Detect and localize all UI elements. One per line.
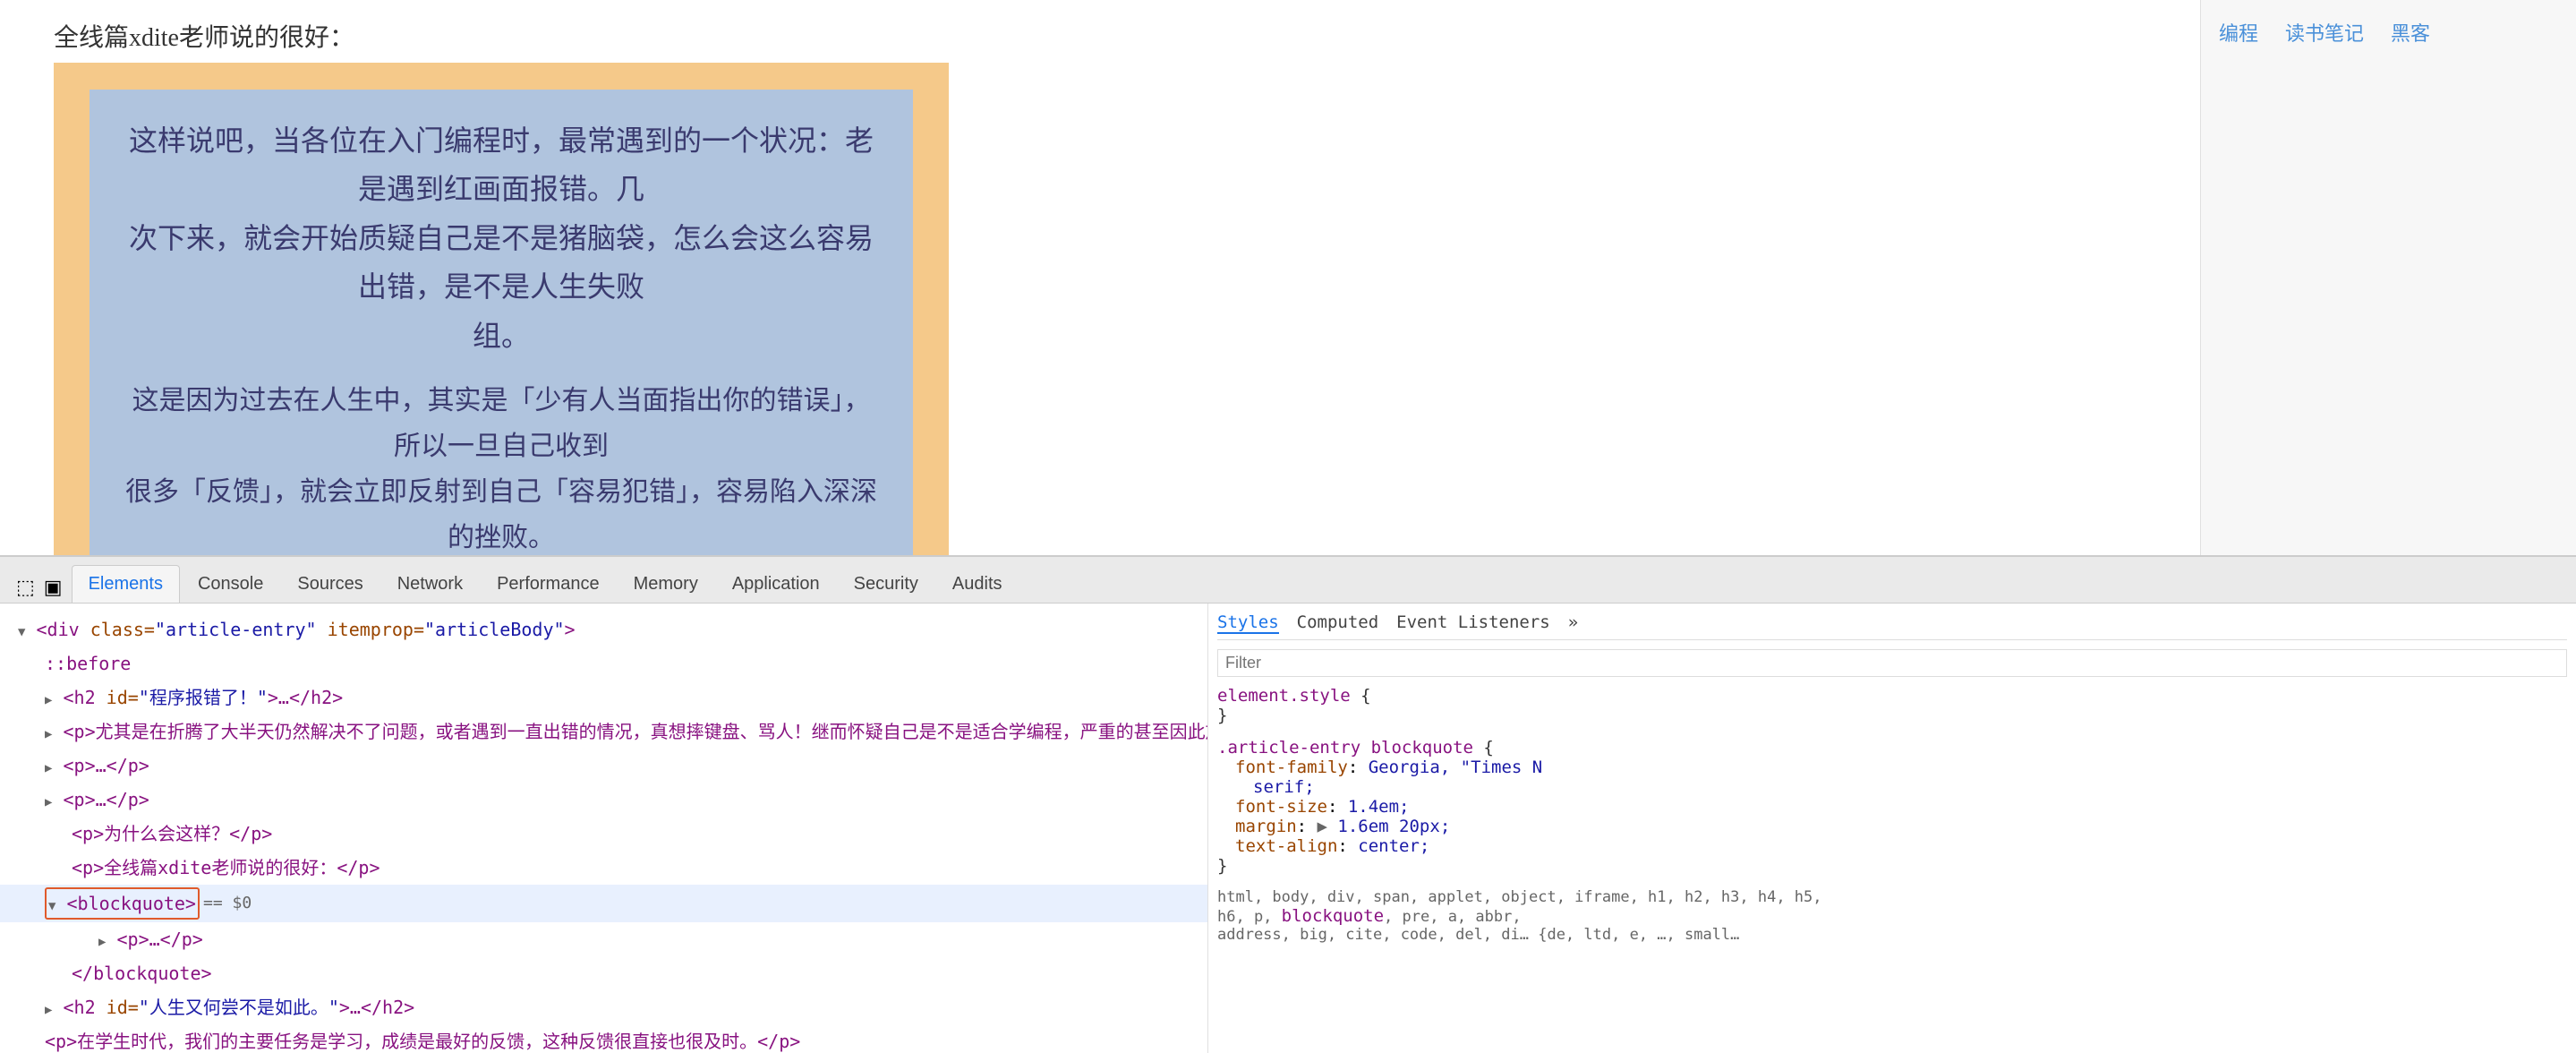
html-line-p3: ▶ <p>…</p> [0, 783, 1207, 817]
styles-tab-styles[interactable]: Styles [1217, 612, 1279, 634]
devtools-panel: ⬚ ▣ Elements Console Sources Network Per… [0, 555, 2576, 1053]
html-line-before: ::before [0, 646, 1207, 681]
tab-network[interactable]: Network [381, 565, 479, 603]
blockquote-container: 这样说吧，当各位在入门编程时，最常遇到的一个状况：老是遇到红画面报错。几 次下来… [54, 63, 949, 555]
html-line-h2-life: ▶ <h2 id="人生又何尝不是如此。">…</h2> [0, 990, 1207, 1024]
styles-filter[interactable] [1217, 649, 2567, 677]
css-rule-element-style: element.style { } [1217, 686, 2567, 725]
dollar-zero: == $0 [203, 891, 252, 917]
html-line-p-student: <p>在学生时代，我们的主要任务是学习，成绩是最好的反馈，这种反馈很直接也很及时… [0, 1024, 1207, 1053]
css-val-serif: serif; [1217, 777, 2567, 797]
styles-tab-event-listeners[interactable]: Event Listeners [1396, 612, 1550, 634]
css-selector-article-blockquote: .article-entry blockquote { [1217, 738, 2567, 758]
collapse-p-inner[interactable]: ▶ [98, 935, 106, 949]
cursor-icon[interactable]: ⬚ [16, 576, 35, 599]
sidebar-link-hacker[interactable]: 黑客 [2391, 18, 2430, 47]
css-close-brace-2: } [1217, 856, 2567, 876]
inherited-styles-label: html, body, div, span, applet, object, i… [1217, 888, 2567, 944]
html-panel: ▼ <div class="article-entry" itemprop="a… [0, 604, 1208, 1053]
html-line-p2: ▶ <p>…</p> [0, 749, 1207, 783]
collapse-p2[interactable]: ▶ [45, 761, 52, 775]
css-close-brace-1: } [1217, 706, 2567, 725]
blockquote-text-2: 这是因为过去在人生中，其实是「少有人当面指出你的错误」，所以一旦自己收到 很多「… [125, 378, 877, 555]
styles-tab-more[interactable]: » [1568, 612, 1578, 634]
styles-tab-computed[interactable]: Computed [1297, 612, 1379, 634]
tab-sources[interactable]: Sources [281, 565, 379, 603]
css-selector-element: element.style { [1217, 686, 2567, 706]
main-content: blockquote | 812.66 × 280 全线篇xdite老师说的很好… [0, 0, 2200, 555]
html-line-p-xdite: <p>全线篇xdite老师说的很好：</p> [0, 851, 1207, 885]
tab-audits[interactable]: Audits [936, 565, 1019, 603]
html-line-p-why: <p>为什么会这样？</p> [0, 817, 1207, 851]
page-area: blockquote | 812.66 × 280 全线篇xdite老师说的很好… [0, 0, 2576, 555]
devtools-icons: ⬚ ▣ [9, 572, 70, 603]
collapse-p1[interactable]: ▶ [45, 727, 52, 741]
html-line-h2-1: ▶ <h2 id="程序报错了！">…</h2> [0, 681, 1207, 715]
pre-blockquote-text: 全线篇xdite老师说的很好： [54, 18, 2146, 54]
css-prop-text-align: text-align: center; [1217, 836, 2567, 856]
css-prop-font-family: font-family: Georgia, "Times N [1217, 758, 2567, 777]
right-sidebar: 编程 读书笔记 黑客 [2200, 0, 2576, 555]
device-icon[interactable]: ▣ [44, 576, 63, 599]
html-line-p1: ▶ <p>尤其是在折腾了大半天仍然解决不了问题，或者遇到一直出错的情况，真想摔键… [0, 715, 1207, 749]
html-line-blockquote[interactable]: ▼ <blockquote> == $0 [0, 885, 1207, 922]
styles-panel: Styles Computed Event Listeners » elemen… [1208, 604, 2576, 1053]
tab-performance[interactable]: Performance [481, 565, 616, 603]
styles-tabs: Styles Computed Event Listeners » [1217, 612, 2567, 640]
html-line-p-inner: ▶ <p>…</p> [0, 922, 1207, 956]
blockquote-text-1: 这样说吧，当各位在入门编程时，最常遇到的一个状况：老是遇到红画面报错。几 次下来… [125, 116, 877, 360]
collapse-p3[interactable]: ▶ [45, 795, 52, 809]
html-line-1: ▼ <div class="article-entry" itemprop="a… [0, 612, 1207, 646]
devtools-body: ▼ <div class="article-entry" itemprop="a… [0, 604, 2576, 1053]
sidebar-links: 编程 读书笔记 黑客 [2219, 18, 2558, 47]
css-rule-blockquote: .article-entry blockquote { font-family:… [1217, 738, 2567, 876]
css-prop-margin: margin: ▶ 1.6em 20px; [1217, 817, 2567, 836]
collapse-h2-life[interactable]: ▶ [45, 1003, 52, 1017]
tab-application[interactable]: Application [716, 565, 836, 603]
collapse-triangle-1[interactable]: ▼ [18, 625, 25, 639]
blockquote-selected: 这样说吧，当各位在入门编程时，最常遇到的一个状况：老是遇到红画面报错。几 次下来… [90, 90, 913, 555]
css-prop-font-size: font-size: 1.4em; [1217, 797, 2567, 817]
sidebar-link-reading[interactable]: 读书笔记 [2285, 18, 2364, 47]
devtools-tabs-bar: ⬚ ▣ Elements Console Sources Network Per… [0, 557, 2576, 604]
sidebar-link-coding[interactable]: 编程 [2219, 18, 2258, 47]
collapse-h2[interactable]: ▶ [45, 693, 52, 707]
tab-console[interactable]: Console [182, 565, 279, 603]
tab-elements[interactable]: Elements [72, 565, 180, 603]
collapse-blockquote[interactable]: ▼ [48, 899, 55, 913]
html-line-blockquote-close: </blockquote> [0, 956, 1207, 990]
tab-memory[interactable]: Memory [618, 565, 714, 603]
blockquote-tag-box: ▼ <blockquote> [45, 887, 200, 920]
tab-security[interactable]: Security [838, 565, 934, 603]
